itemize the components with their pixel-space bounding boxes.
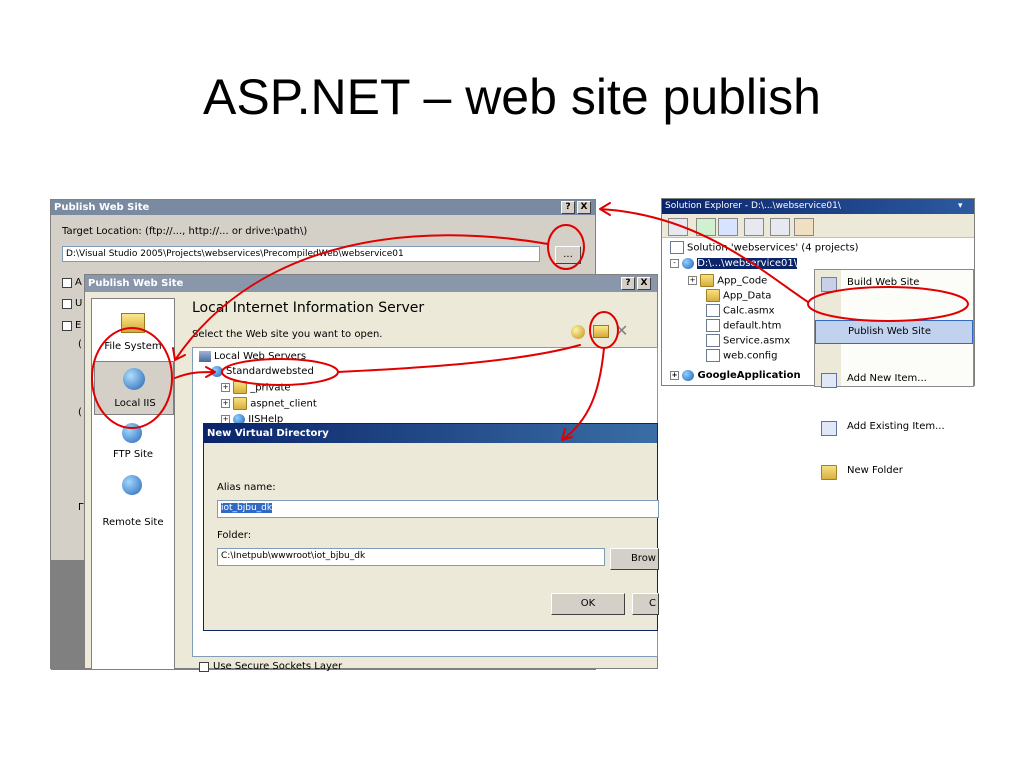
arrow-menu-to-dialog	[599, 202, 809, 303]
local-iis-circle	[91, 327, 173, 429]
standardwebsted-circle	[221, 358, 339, 386]
new-vdir-icon-circle	[589, 311, 619, 349]
browse-button-circle	[547, 224, 585, 270]
arrow-browse-to-sidebar	[172, 234, 549, 361]
arrow-toolbar-to-vdir	[561, 347, 605, 441]
arrow-site-to-toolbar	[337, 344, 581, 373]
arrow-iis-to-site	[174, 366, 216, 379]
red-annotations	[91, 202, 969, 441]
publish-menu-circle	[807, 286, 969, 322]
